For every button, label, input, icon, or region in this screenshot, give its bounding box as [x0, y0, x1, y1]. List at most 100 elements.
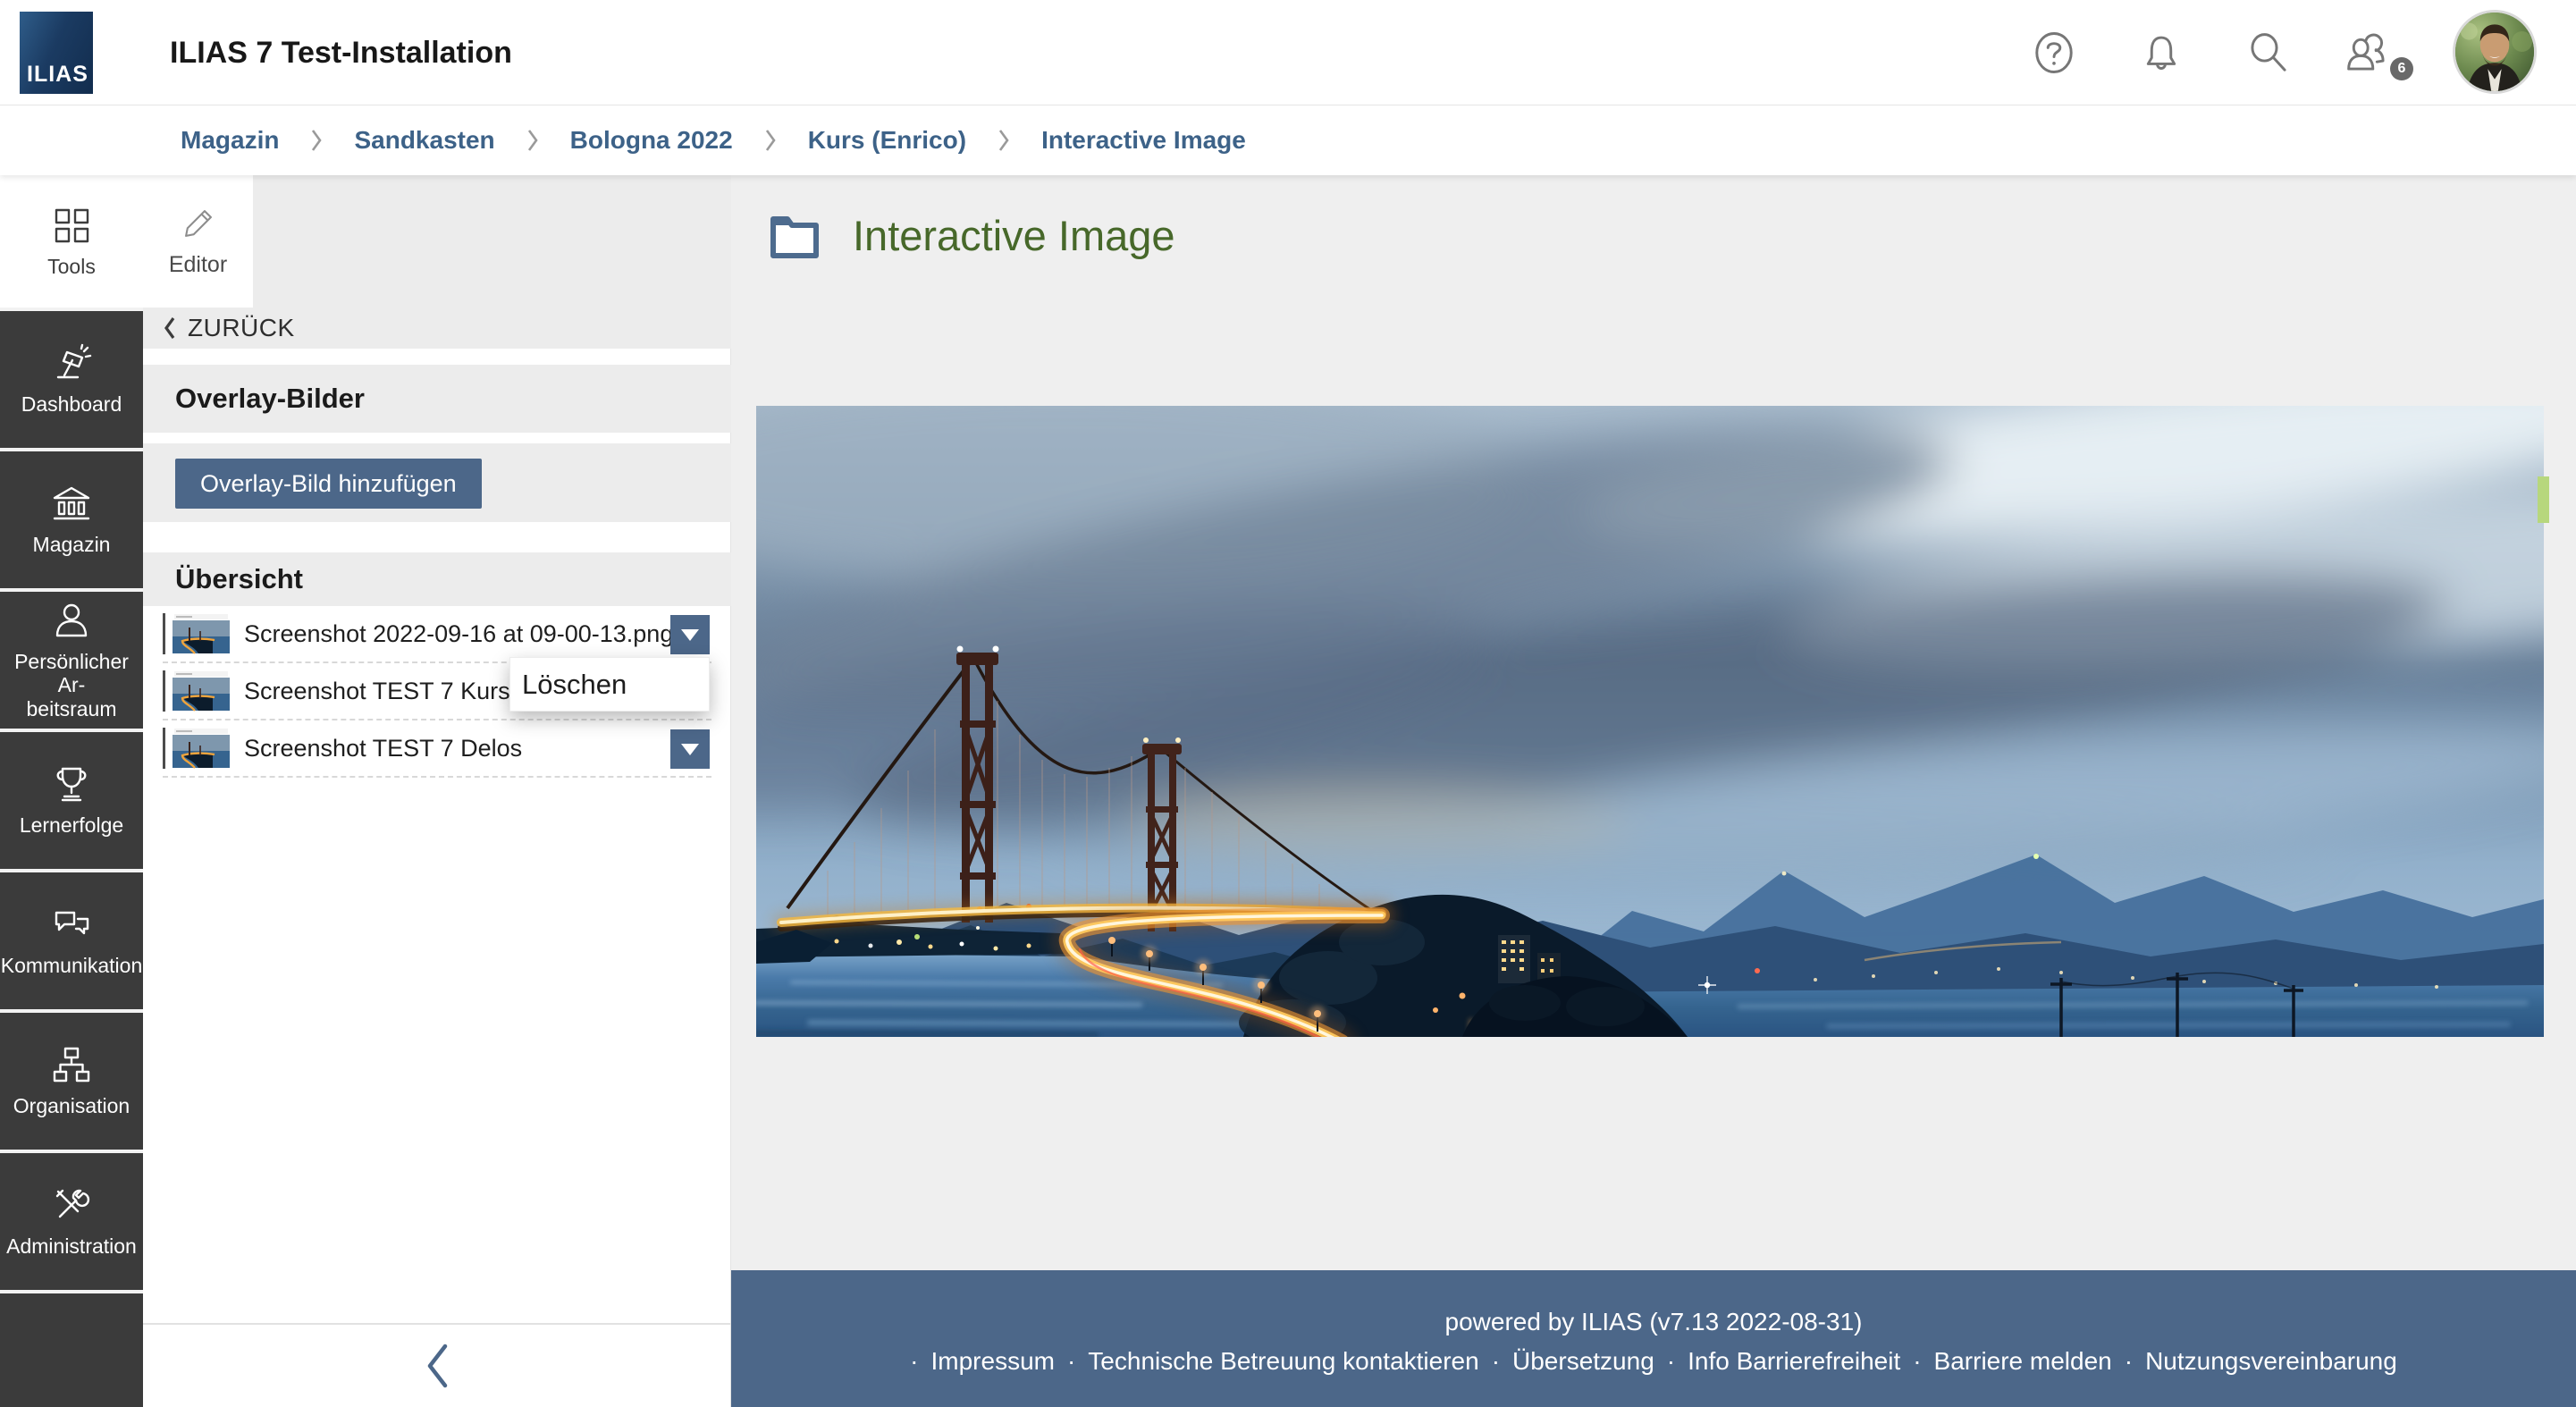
- desk-lamp-icon: [51, 342, 92, 383]
- list-item: Screenshot 2022-09-16 at 09-00-13.png: [163, 606, 711, 663]
- breadcrumb-kurs-enrico[interactable]: Kurs (Enrico): [808, 126, 966, 155]
- drag-handle[interactable]: [163, 613, 165, 654]
- sidebar-item-label: Dashboard: [18, 392, 126, 416]
- chevron-left-icon: [163, 316, 177, 341]
- footer-link-uebersetzung[interactable]: Übersetzung: [1512, 1347, 1654, 1376]
- panel-title: Overlay-Bilder: [175, 383, 365, 415]
- grid-icon: [51, 205, 92, 246]
- footer-separator: ·: [2125, 1347, 2133, 1376]
- user-avatar[interactable]: [2453, 10, 2537, 94]
- footer-link-nutzungsvereinbarung[interactable]: Nutzungsvereinbarung: [2145, 1347, 2397, 1376]
- footer-link-technische-betreuung[interactable]: Technische Betreuung kontaktieren: [1088, 1347, 1478, 1376]
- sidebar-item-administration[interactable]: Administration: [0, 1153, 143, 1290]
- online-users-icon: [2344, 29, 2390, 76]
- breadcrumb-sandkasten[interactable]: Sandkasten: [354, 126, 494, 155]
- tab-editor[interactable]: Editor: [143, 175, 253, 308]
- org-chart-icon: [51, 1044, 92, 1085]
- sidebar-item-lernerfolge[interactable]: Lernerfolge: [0, 732, 143, 869]
- chevron-right-icon: [763, 127, 778, 154]
- avatar-photo: [2455, 13, 2534, 91]
- notifications-button[interactable]: [2138, 29, 2185, 76]
- pencil-icon: [181, 206, 216, 241]
- caret-down-icon: [681, 744, 699, 755]
- page-title: Interactive Image: [853, 211, 1175, 260]
- bridge-photo: [756, 406, 2544, 1037]
- chevron-left-icon: [424, 1343, 450, 1389]
- overlay-thumbnail: [172, 670, 231, 712]
- back-button[interactable]: ZURÜCK: [143, 308, 731, 349]
- panel-title-strip: Overlay-Bilder: [143, 365, 731, 433]
- breadcrumb: Magazin Sandkasten Bologna 2022 Kurs (En…: [0, 105, 2576, 175]
- tab-row-background: [253, 175, 731, 308]
- sidebar-item-label: Lernerfolge: [16, 813, 127, 837]
- chevron-right-icon: [526, 127, 540, 154]
- editor-slate-panel: Editor ZURÜCK Overlay-Bilder Overlay-Bil…: [143, 175, 731, 1407]
- chevron-right-icon: [309, 127, 324, 154]
- footer-separator: ·: [1667, 1347, 1675, 1376]
- person-icon: [51, 600, 92, 641]
- drag-handle[interactable]: [163, 670, 165, 712]
- footer-link-barriere-melden[interactable]: Barriere melden: [1934, 1347, 2112, 1376]
- help-button[interactable]: [2031, 29, 2077, 76]
- ilias-app: ILIAS ILIAS 7 Test-Installation: [0, 0, 2576, 1407]
- overlay-thumbnail: [172, 728, 231, 769]
- search-icon: [2245, 29, 2292, 76]
- interactive-image-photo[interactable]: [756, 406, 2544, 1037]
- overlay-item-label: Screenshot 2022-09-16 at 09-00-13.png: [244, 620, 673, 648]
- sidebar-item-label: Tools: [44, 255, 99, 278]
- item-actions-dropdown-button[interactable]: [670, 729, 710, 769]
- breadcrumb-interactive-image[interactable]: Interactive Image: [1041, 126, 1246, 155]
- footer-separator: ·: [1067, 1347, 1075, 1376]
- sidebar-item-magazin[interactable]: Magazin: [0, 451, 143, 588]
- breadcrumb-magazin[interactable]: Magazin: [181, 126, 279, 155]
- bank-icon: [51, 483, 92, 524]
- sidebar-item-label: Magazin: [29, 533, 114, 556]
- sidebar-item-persoenlicher-arbeitsraum[interactable]: Persönlicher Ar- beitsraum: [0, 592, 143, 729]
- help-icon: [2031, 29, 2077, 76]
- footer-separator: ·: [910, 1347, 918, 1376]
- sidebar-item-kommunikation[interactable]: Kommunikation: [0, 872, 143, 1009]
- sidebar-item-label: Administration: [3, 1234, 140, 1258]
- chat-bubbles-icon: [51, 904, 92, 945]
- bell-icon: [2138, 29, 2185, 76]
- content-title-row: Interactive Image: [767, 207, 1175, 263]
- online-users-count-badge: 6: [2390, 57, 2413, 80]
- sidebar-item-label: Persönlicher Ar- beitsraum: [0, 650, 143, 720]
- page-footer: powered by ILIAS (v7.13 2022-08-31) · Im…: [731, 1270, 2576, 1407]
- sidebar-item-dashboard[interactable]: Dashboard: [0, 311, 143, 448]
- sidebar-item-label: Kommunikation: [0, 954, 146, 977]
- sidebar-item-tools[interactable]: Tools: [0, 175, 143, 308]
- footer-link-info-barrierefreiheit[interactable]: Info Barrierefreiheit: [1688, 1347, 1900, 1376]
- sidebar-item-label: Organisation: [10, 1094, 133, 1117]
- drag-handle[interactable]: [163, 728, 165, 769]
- add-overlay-image-button[interactable]: Overlay-Bild hinzufügen: [175, 459, 482, 509]
- item-actions-dropdown-button[interactable]: [670, 615, 710, 654]
- main-sidebar: Tools Dashboard Magazin Persönlicher Ar-…: [0, 175, 143, 1407]
- ilias-logo[interactable]: ILIAS: [20, 12, 93, 94]
- collapse-panel-button[interactable]: [417, 1343, 457, 1389]
- back-button-label: ZURÜCK: [188, 314, 295, 342]
- list-item: Screenshot TEST 7 Delos: [163, 720, 711, 778]
- overlay-item-label: Screenshot TEST 7 Delos: [244, 735, 522, 762]
- installation-title: ILIAS 7 Test-Installation: [170, 0, 512, 105]
- powered-by-text: powered by ILIAS (v7.13 2022-08-31): [731, 1308, 2576, 1336]
- trophy-icon: [51, 763, 92, 805]
- overlay-thumbnail: [172, 613, 231, 654]
- breadcrumb-bologna-2022[interactable]: Bologna 2022: [570, 126, 733, 155]
- footer-separator: ·: [1913, 1347, 1921, 1376]
- footer-separator: ·: [1492, 1347, 1500, 1376]
- sidebar-item-organisation[interactable]: Organisation: [0, 1013, 143, 1150]
- online-users-button[interactable]: [2344, 29, 2390, 76]
- ilias-logo-text: ILIAS: [27, 62, 88, 88]
- list-title: Übersicht: [175, 563, 303, 595]
- add-overlay-section: Overlay-Bild hinzufügen: [143, 443, 731, 522]
- panel-divider: [143, 1323, 731, 1325]
- footer-links: · Impressum · Technische Betreuung konta…: [731, 1347, 2576, 1376]
- menu-item-delete[interactable]: Löschen: [522, 669, 627, 701]
- chevron-right-icon: [997, 127, 1011, 154]
- search-button[interactable]: [2245, 29, 2292, 76]
- overlay-marker[interactable]: [2538, 476, 2549, 523]
- footer-link-impressum[interactable]: Impressum: [931, 1347, 1055, 1376]
- app-header: ILIAS ILIAS 7 Test-Installation: [0, 0, 2576, 105]
- dropdown-menu: Löschen: [509, 657, 710, 712]
